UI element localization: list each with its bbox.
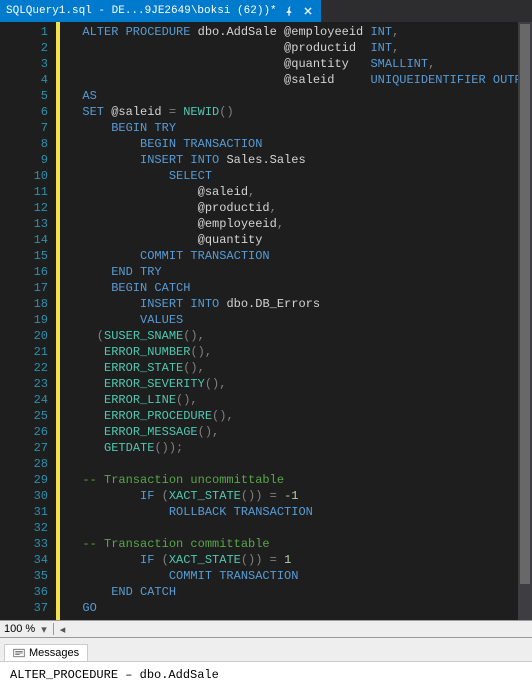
line-number: 6	[0, 104, 48, 120]
line-number: 20	[0, 328, 48, 344]
line-number: 13	[0, 216, 48, 232]
code-line[interactable]: AS	[68, 88, 532, 104]
line-number: 12	[0, 200, 48, 216]
line-number: 3	[0, 56, 48, 72]
line-number: 37	[0, 600, 48, 616]
line-number: 21	[0, 344, 48, 360]
line-number: 8	[0, 136, 48, 152]
code-line[interactable]: INSERT INTO Sales.Sales	[68, 152, 532, 168]
code-line[interactable]: BEGIN CATCH	[68, 280, 532, 296]
code-line[interactable]: -- Transaction uncommittable	[68, 472, 532, 488]
scrollbar-thumb[interactable]	[520, 24, 530, 584]
tab-bar: SQLQuery1.sql - DE...9JE2649\boksi (62))…	[0, 0, 532, 22]
code-line[interactable]	[68, 456, 532, 472]
messages-tab[interactable]: Messages	[4, 644, 88, 661]
code-line[interactable]: @productid,	[68, 200, 532, 216]
line-number: 24	[0, 392, 48, 408]
line-number: 16	[0, 264, 48, 280]
code-line[interactable]: END CATCH	[68, 584, 532, 600]
line-number: 10	[0, 168, 48, 184]
code-line[interactable]: GO	[68, 600, 532, 616]
file-tab[interactable]: SQLQuery1.sql - DE...9JE2649\boksi (62))…	[0, 0, 321, 22]
line-number: 27	[0, 440, 48, 456]
code-line[interactable]: IF (XACT_STATE()) = -1	[68, 488, 532, 504]
line-number: 9	[0, 152, 48, 168]
line-number: 23	[0, 376, 48, 392]
line-gutter: 1234567891011121314151617181920212223242…	[0, 22, 56, 620]
code-line[interactable]	[68, 520, 532, 536]
code-content[interactable]: ALTER PROCEDURE dbo.AddSale @employeeid …	[60, 22, 532, 620]
line-number: 33	[0, 536, 48, 552]
vertical-scrollbar[interactable]	[518, 22, 532, 620]
code-editor[interactable]: 1234567891011121314151617181920212223242…	[0, 22, 532, 620]
line-number: 19	[0, 312, 48, 328]
code-line[interactable]: SET @saleid = NEWID()	[68, 104, 532, 120]
line-number: 4	[0, 72, 48, 88]
nav-arrow-icon[interactable]: ◂	[60, 623, 66, 636]
line-number: 34	[0, 552, 48, 568]
zoom-level[interactable]: 100 %	[4, 623, 35, 635]
code-line[interactable]: -- Transaction committable	[68, 536, 532, 552]
line-number: 35	[0, 568, 48, 584]
line-number: 31	[0, 504, 48, 520]
code-line[interactable]: @saleid UNIQUEIDENTIFIER OUTPUT	[68, 72, 532, 88]
code-line[interactable]: ERROR_NUMBER(),	[68, 344, 532, 360]
line-number: 2	[0, 40, 48, 56]
code-line[interactable]: BEGIN TRANSACTION	[68, 136, 532, 152]
code-line[interactable]: IF (XACT_STATE()) = 1	[68, 552, 532, 568]
line-number: 32	[0, 520, 48, 536]
line-number: 28	[0, 456, 48, 472]
zoom-dropdown-icon[interactable]: ▾	[41, 623, 47, 636]
line-number: 5	[0, 88, 48, 104]
output-tab-bar: Messages	[0, 638, 532, 662]
messages-tab-label: Messages	[29, 647, 79, 659]
tab-title: SQLQuery1.sql - DE...9JE2649\boksi (62))…	[6, 5, 277, 17]
code-line[interactable]: @employeeid,	[68, 216, 532, 232]
code-line[interactable]: @quantity SMALLINT,	[68, 56, 532, 72]
code-line[interactable]: GETDATE());	[68, 440, 532, 456]
line-number: 36	[0, 584, 48, 600]
line-number: 30	[0, 488, 48, 504]
code-line[interactable]: @productid INT,	[68, 40, 532, 56]
line-number: 26	[0, 424, 48, 440]
code-line[interactable]: INSERT INTO dbo.DB_Errors	[68, 296, 532, 312]
messages-icon	[13, 647, 25, 659]
line-number: 18	[0, 296, 48, 312]
code-line[interactable]: VALUES	[68, 312, 532, 328]
code-line[interactable]: SELECT	[68, 168, 532, 184]
code-line[interactable]: ERROR_SEVERITY(),	[68, 376, 532, 392]
code-line[interactable]: ERROR_MESSAGE(),	[68, 424, 532, 440]
line-number: 14	[0, 232, 48, 248]
line-number: 15	[0, 248, 48, 264]
code-line[interactable]: COMMIT TRANSACTION	[68, 568, 532, 584]
line-number: 25	[0, 408, 48, 424]
code-line[interactable]: @saleid,	[68, 184, 532, 200]
code-line[interactable]: ERROR_STATE(),	[68, 360, 532, 376]
line-number: 17	[0, 280, 48, 296]
line-number: 11	[0, 184, 48, 200]
code-line[interactable]: ERROR_PROCEDURE(),	[68, 408, 532, 424]
messages-panel[interactable]: ALTER_PROCEDURE – dbo.AddSale	[0, 662, 532, 693]
line-number: 1	[0, 24, 48, 40]
code-line[interactable]: ALTER PROCEDURE dbo.AddSale @employeeid …	[68, 24, 532, 40]
line-number: 22	[0, 360, 48, 376]
status-bar: 100 % ▾ ◂	[0, 620, 532, 638]
code-line[interactable]: ROLLBACK TRANSACTION	[68, 504, 532, 520]
code-line[interactable]: BEGIN TRY	[68, 120, 532, 136]
line-number: 29	[0, 472, 48, 488]
code-line[interactable]: @quantity	[68, 232, 532, 248]
message-text: ALTER_PROCEDURE – dbo.AddSale	[10, 668, 219, 682]
separator	[53, 623, 54, 635]
code-line[interactable]: COMMIT TRANSACTION	[68, 248, 532, 264]
code-line[interactable]: (SUSER_SNAME(),	[68, 328, 532, 344]
pin-icon[interactable]	[283, 5, 295, 17]
code-line[interactable]: ERROR_LINE(),	[68, 392, 532, 408]
code-line[interactable]: END TRY	[68, 264, 532, 280]
line-number: 7	[0, 120, 48, 136]
close-icon[interactable]	[301, 4, 315, 18]
